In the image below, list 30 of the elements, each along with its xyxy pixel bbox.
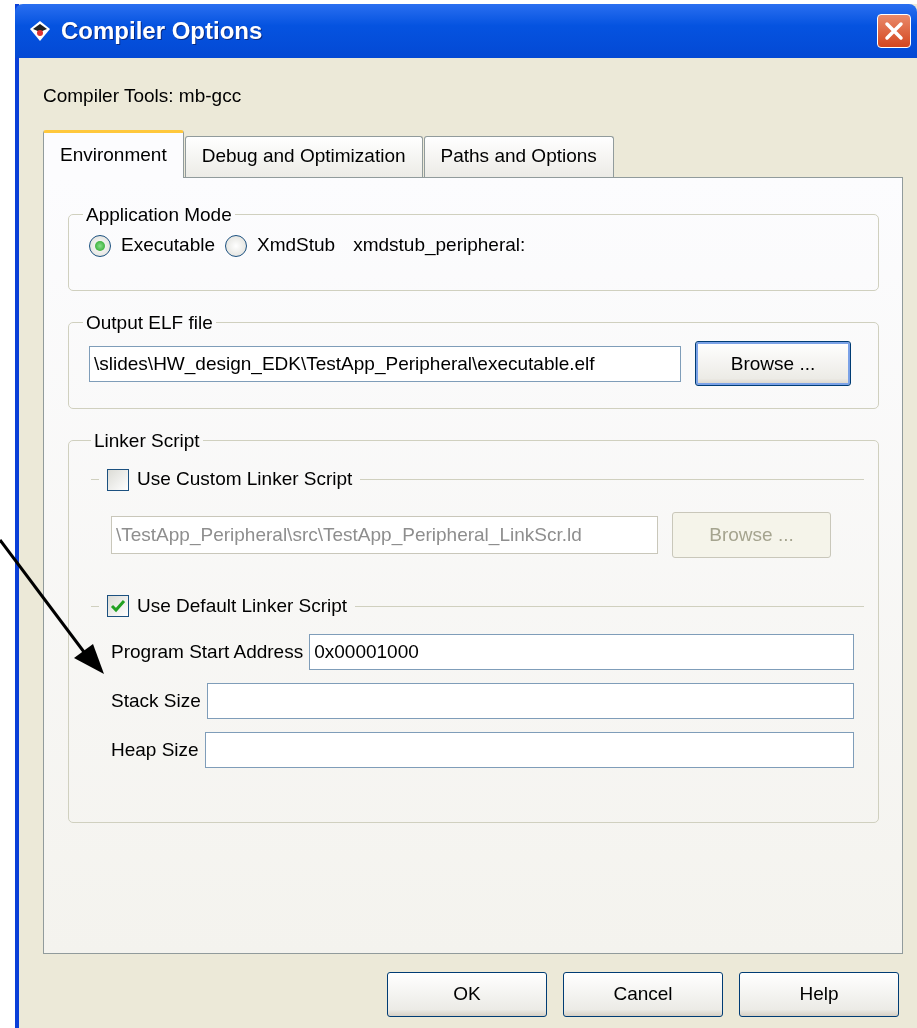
peripheral-label: xmdstub_peripheral:	[353, 233, 526, 258]
checkbox[interactable]	[107, 595, 129, 618]
field-label: Heap Size	[111, 738, 199, 763]
checkbox-label: Use Default Linker Script	[137, 593, 348, 618]
dialog-button[interactable]: Cancel	[563, 971, 723, 1017]
input-field[interactable]: 0x00001000	[309, 634, 854, 671]
group-title: Linker Script	[93, 430, 201, 452]
radio-button[interactable]	[89, 234, 111, 257]
radio-button[interactable]	[225, 234, 247, 257]
compiler-tools-label: Compiler Tools: mb-gcc	[43, 84, 243, 108]
field-label: Stack Size	[111, 689, 201, 714]
elf-path-field[interactable]: \slides\HW_design_EDK\TestApp_Peripheral\executable.elf	[89, 345, 681, 382]
input-field[interactable]	[206, 683, 854, 720]
browse-button[interactable]: Browse ...	[695, 341, 851, 387]
checkbox-label: Use Custom Linker Script	[137, 467, 353, 492]
app-icon	[29, 20, 51, 42]
field-label: Program Start Address	[111, 640, 304, 665]
close-icon	[884, 21, 904, 41]
input-field[interactable]	[204, 732, 854, 769]
tab[interactable]: Paths and Options	[423, 135, 614, 177]
tab[interactable]: Environment	[43, 129, 184, 178]
dialog-button[interactable]: OK	[387, 971, 547, 1017]
close-button[interactable]	[877, 14, 911, 48]
group-title: Application Mode	[85, 204, 233, 226]
group-title: Output ELF file	[85, 312, 214, 334]
tab[interactable]: Debug and Optimization	[184, 135, 423, 177]
radio-label: Executable	[121, 233, 215, 258]
window-title: Compiler Options	[61, 16, 263, 46]
dialog-button[interactable]: Help	[739, 971, 899, 1017]
radio-label: XmdStub	[257, 233, 336, 258]
